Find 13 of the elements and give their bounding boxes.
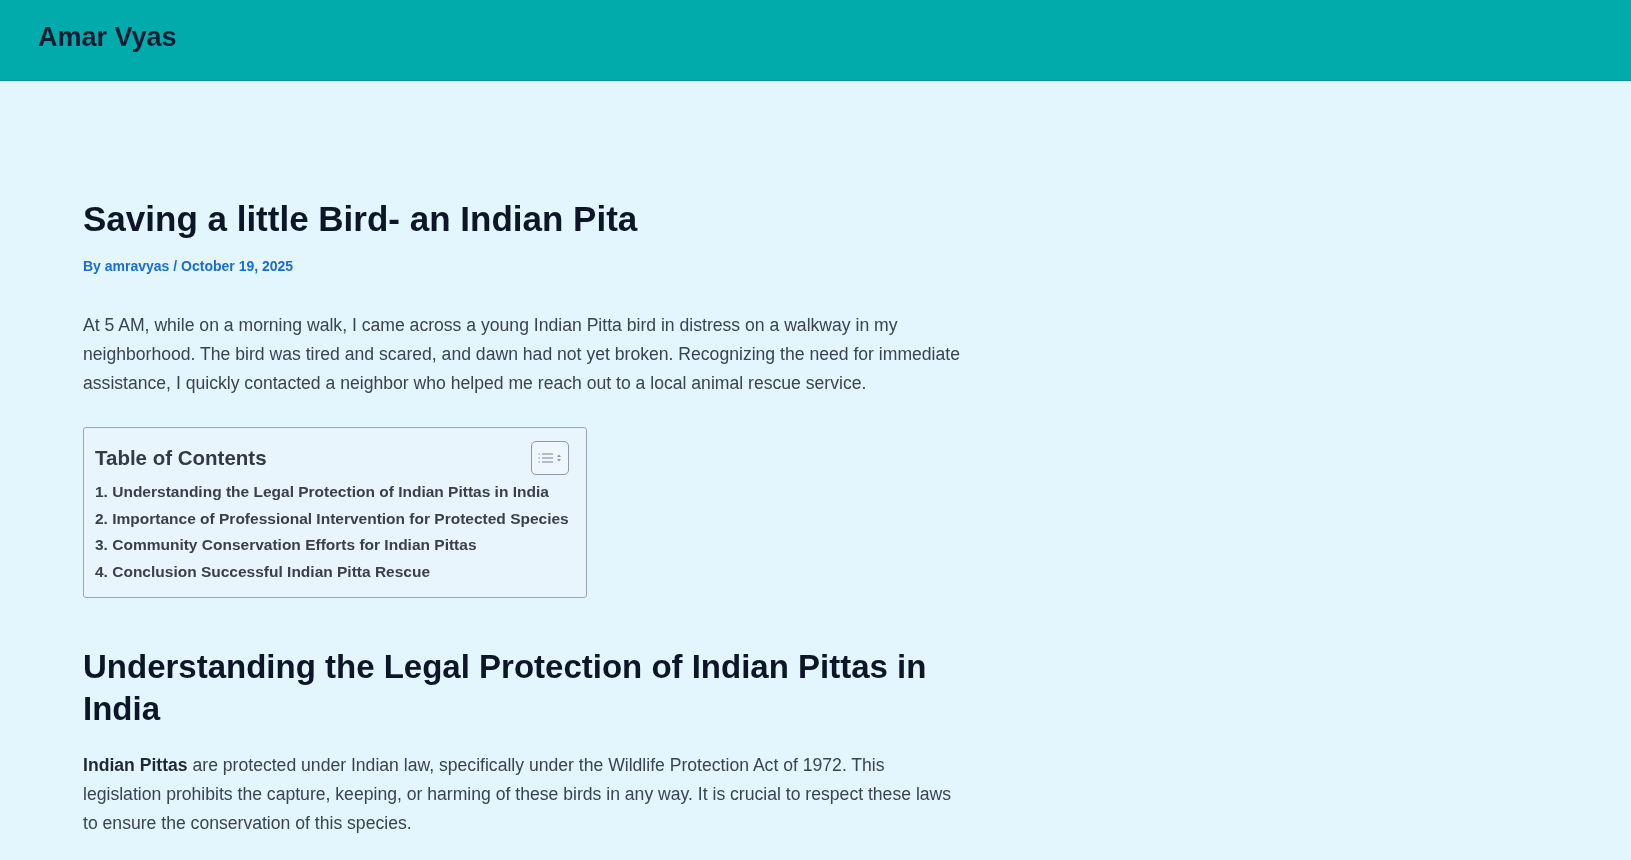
post-title: Saving a little Bird- an Indian Pita (83, 198, 639, 240)
toc-link[interactable]: 4. Conclusion Successful Indian Pitta Rescue (95, 558, 431, 586)
intro-paragraph: At 5 AM, while on a morning walk, I came across a young Indian Pitta bird in distress on a walkway in my neighborhood. The bird was tired and scared, and dawn had not yet broken. Recognizing the need for immediate assistance, I quickly contacted a neighbor who helped me reach out to a local animal rescue service. (83, 314, 961, 395)
toc-link[interactable]: 3. Community Conservation Efforts for Indian Pittas (95, 532, 477, 559)
section-heading: Understanding the Legal Protection of Indian Pittas in India (83, 647, 928, 730)
site-title[interactable]: Amar Vyas (38, 21, 177, 53)
post-meta: By amravyas / October 19, 2025 (83, 257, 295, 276)
toc-link[interactable]: 1. Understanding the Legal Protection of Indian Pittas in India (95, 479, 549, 506)
toc-title: Table of Contents (95, 445, 267, 471)
body-paragraph: Indian Pittas are protected under Indian law, specifically under the Wildlife Protection Act of 1972. This legislation prohibits the capture, keeping, or harming of these birds in any way. It is crucial to respect these laws to ensure the conservation of this species. (83, 754, 953, 836)
toc-toggle-button[interactable] (530, 441, 569, 475)
toc-link[interactable]: 2. Importance of Professional Intervention for Protected Species (95, 505, 569, 533)
list-icon (537, 452, 562, 464)
